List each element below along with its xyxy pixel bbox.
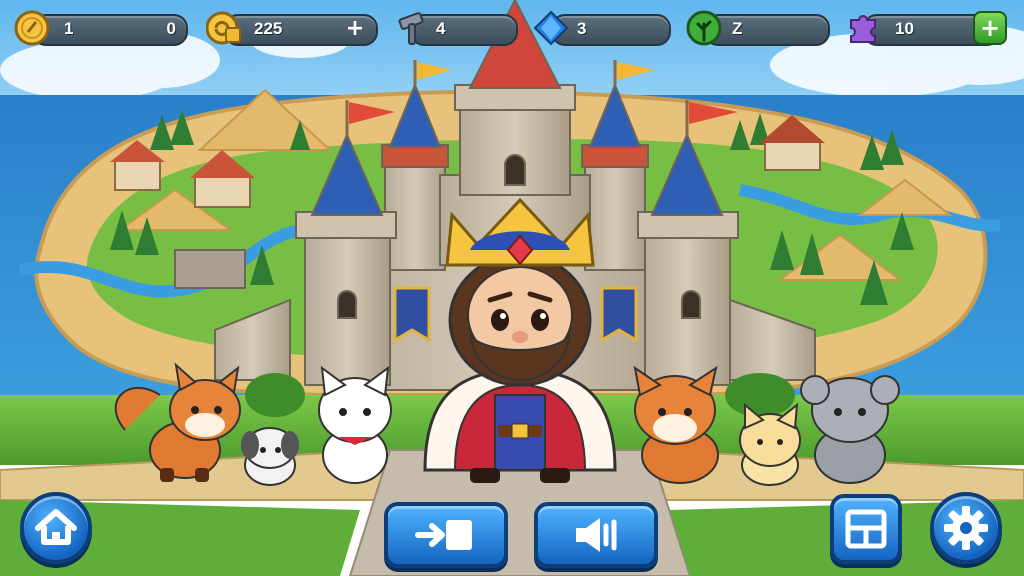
coins-left-value: 1 [64,19,74,38]
puppy-pet-small [241,427,299,486]
corgi-pet [633,365,719,484]
gems-value: 3 [577,19,587,38]
kitten-pet-yellow [739,402,801,486]
enter-button[interactable] [384,502,508,568]
hammer-counter: 4 [394,10,518,46]
puzzle-counter: 10 + [845,10,1015,46]
green-leaf-icon [686,10,722,46]
speaker-icon [576,518,617,552]
sound-button[interactable] [534,502,658,568]
puzzle-piece-icon [850,15,876,43]
energy-value: Z [732,19,743,38]
gold-coin-icon [14,10,50,46]
home-button[interactable] [20,492,92,564]
hammer-value: 4 [436,19,446,38]
hammer-icon [398,12,424,45]
energy-counter: Z [686,10,830,46]
gear-icon [944,506,988,550]
add-gold-button[interactable]: + [344,18,366,40]
puzzle-value: 10 [895,19,914,38]
gold-counter: 225 + [206,10,378,46]
game-scene [0,0,1024,576]
energy-panel [704,14,830,46]
gold-stack-icon [206,11,241,45]
coins-right-value: 0 [166,19,176,38]
king-character [423,197,617,483]
add-puzzle-plus: + [979,14,1001,42]
layout-icon [845,509,887,549]
gems-counter: 3 [533,10,671,46]
layout-button[interactable] [830,494,902,564]
home-icon [35,509,77,545]
coins-counter: 1 0 [14,10,188,46]
coins-panel [32,14,188,46]
settings-button[interactable] [930,492,1002,564]
add-puzzle-button[interactable]: + [973,11,1007,45]
white-cat-pet [318,365,392,484]
gems-panel [551,14,671,46]
blue-gem-icon [533,10,569,46]
gold-value: 225 [254,19,283,38]
enter-icon [415,520,472,550]
